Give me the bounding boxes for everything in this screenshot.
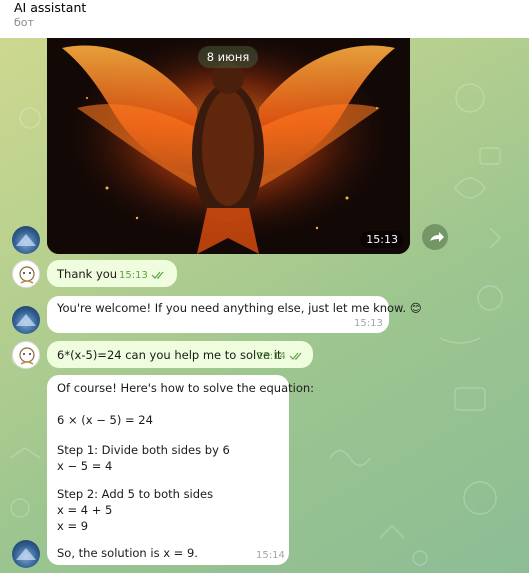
message-bubble-bot[interactable]: You're welcome! If you need anything els… (47, 296, 422, 333)
solution-line: Of course! Here's how to solve the equat… (57, 381, 315, 395)
message-time: 15:13 (354, 318, 383, 329)
read-check-icon (289, 352, 302, 360)
user-avatar[interactable] (12, 341, 40, 369)
photo-timestamp: 15:13 (360, 231, 404, 248)
solution-line: So, the solution is x = 9. (57, 546, 198, 560)
solution-line: x = 4 + 5 (57, 503, 113, 517)
bot-avatar-image (16, 234, 36, 246)
solution-line: Step 1: Divide both sides by 6 (57, 443, 230, 457)
message-bubble-user[interactable]: Thank you 15:13 (47, 260, 177, 287)
bot-avatar[interactable] (12, 306, 40, 334)
solution-line: Step 2: Add 5 to both sides (57, 487, 214, 501)
message-bubble-user[interactable]: 6*(x-5)=24 can you help me to solve it 1… (47, 341, 313, 368)
message-text: You're welcome! If you need anything els… (57, 301, 422, 315)
chat-header[interactable]: AI assistant бот (0, 0, 529, 38)
solution-line: x − 5 = 4 (57, 459, 113, 473)
bot-avatar-image (16, 314, 36, 326)
message-time: 15:14 (257, 351, 286, 362)
solution-line: 6 × (x − 5) = 24 (57, 413, 153, 427)
chat-title: AI assistant (14, 0, 87, 15)
bot-avatar[interactable] (12, 226, 40, 254)
chat-subtitle: бот (14, 16, 34, 29)
message-time: 15:14 (256, 550, 285, 561)
message-text: Thank you (57, 267, 118, 281)
message-bubble-bot[interactable]: Of course! Here's how to solve the equat… (47, 375, 314, 565)
forward-button[interactable] (422, 224, 448, 250)
read-check-icon (151, 271, 164, 279)
user-avatar[interactable] (12, 260, 40, 288)
solution-line: x = 9 (57, 519, 89, 533)
chat-area[interactable]: 15:13 8 июня Thank you 15:13 You're welc… (0, 38, 529, 573)
bot-avatar-image (16, 548, 36, 560)
share-icon (430, 232, 444, 242)
message-time: 15:13 (119, 270, 148, 281)
phoenix-image (47, 38, 410, 254)
bot-avatar[interactable] (12, 540, 40, 568)
photo-message[interactable]: 15:13 (47, 38, 410, 254)
date-separator: 8 июня (198, 46, 258, 68)
message-text: 6*(x-5)=24 can you help me to solve it (57, 348, 282, 362)
